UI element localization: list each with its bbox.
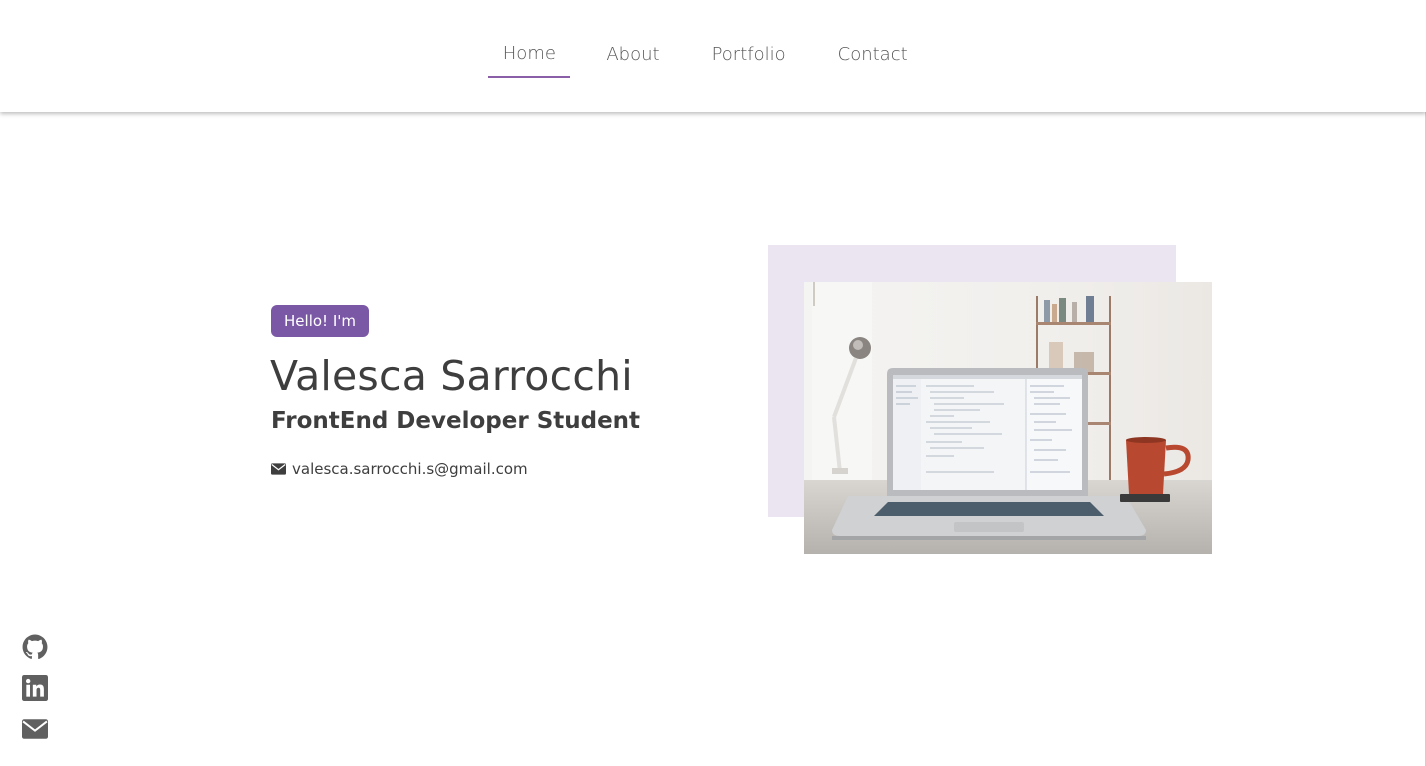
nav-about[interactable]: About (606, 0, 659, 80)
social-links (22, 634, 48, 742)
envelope-icon[interactable] (22, 716, 48, 742)
nav-home-label: Home (502, 43, 556, 64)
site-header: Home About Portfolio Contact (0, 0, 1426, 112)
greeting-badge: Hello! I'm (271, 305, 369, 337)
nav-contact-label: Contact (837, 44, 908, 65)
nav-home[interactable]: Home (488, 0, 571, 80)
nav-about-label: About (606, 44, 660, 65)
nav-active-underline (488, 76, 571, 78)
hero-image (804, 282, 1212, 554)
nav-portfolio-label: Portfolio (711, 44, 786, 65)
hero-name: Valesca Sarrocchi (270, 352, 633, 400)
nav-contact[interactable]: Contact (838, 0, 908, 80)
github-icon[interactable] (22, 634, 48, 660)
hero-role: FrontEnd Developer Student (271, 408, 641, 434)
hero-email-text: valesca.sarrocchi.s@gmail.com (292, 460, 528, 478)
linkedin-icon[interactable] (22, 675, 48, 701)
nav-portfolio[interactable]: Portfolio (712, 0, 786, 80)
page: Home About Portfolio Contact Hello! I'm … (0, 0, 1426, 766)
envelope-icon (271, 463, 286, 475)
main-nav: Home About Portfolio Contact (0, 0, 1426, 112)
hero-email[interactable]: valesca.sarrocchi.s@gmail.com (271, 460, 528, 478)
laptop-desk-illustration (804, 282, 1212, 554)
